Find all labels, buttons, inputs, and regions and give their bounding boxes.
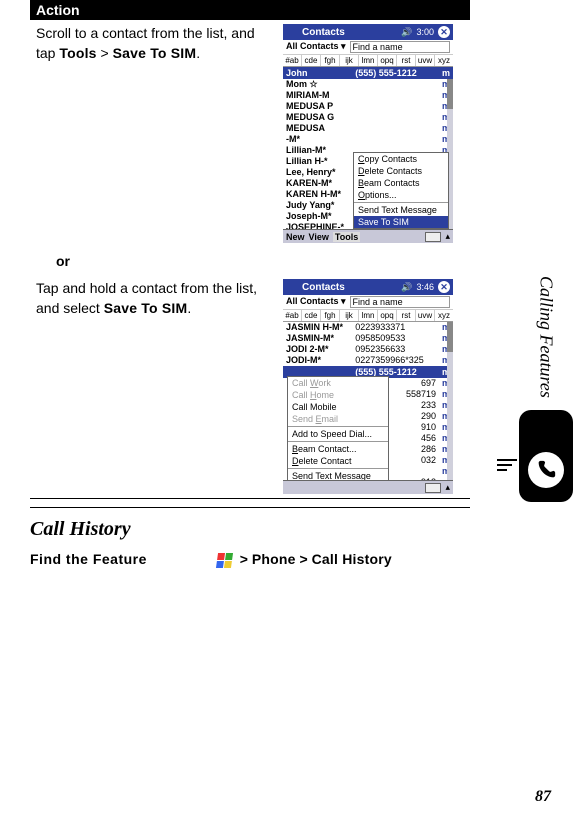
table-row[interactable]: JASMIN H-M*0223933371m <box>283 322 453 333</box>
menu-add-speed-dial[interactable]: Add to Speed Dial... <box>288 428 388 440</box>
instr1-save: Save To SIM <box>113 45 197 61</box>
right-rail: Calling Features <box>519 270 573 502</box>
ss2-context-menu[interactable]: Call Work Call Home Call Mobile Send Ema… <box>287 376 389 480</box>
ss1-filterbar: All Contacts ▾ Find a name <box>283 40 453 55</box>
ss1-title: Contacts <box>302 27 381 38</box>
ss2-alpha-index[interactable]: #abcdefghijklmnopqrstuvwxyz <box>283 310 453 322</box>
ss1-new-button[interactable]: New <box>286 232 305 242</box>
page-number: 87 <box>535 788 551 806</box>
table-row[interactable]: JASMIN-M*0958509533m <box>283 333 453 344</box>
call-history-heading: Call History <box>30 518 551 541</box>
divider <box>30 498 470 499</box>
section-label-vertical: Calling Features <box>536 270 557 404</box>
ss2-bottombar: ▴ <box>283 480 453 494</box>
ss2-title: Contacts <box>302 282 381 293</box>
find-feature-path: > Phone > Call History <box>217 551 392 568</box>
instruction-1: Scroll to a contact from the list, and t… <box>36 24 271 243</box>
instruction-2: Tap and hold a contact from the list, an… <box>36 279 271 494</box>
phone-badge-icon <box>519 410 573 502</box>
close-icon[interactable]: ✕ <box>438 281 450 293</box>
ss2-contact-list[interactable]: JASMIN H-M*0223933371mJASMIN-M*095850953… <box>283 322 453 480</box>
instr1-end: . <box>196 45 200 61</box>
screenshot-tools-menu: Contacts 🔊 3:00 ✕ All Contacts ▾ Find a … <box>283 24 453 243</box>
find-feature-row: Find the Feature > Phone > Call History <box>30 551 551 568</box>
ss1-tools-button[interactable]: Tools <box>333 232 360 242</box>
ss1-topbar: Contacts 🔊 3:00 ✕ <box>283 24 453 40</box>
ss2-filterbar: All Contacts ▾ Find a name <box>283 295 453 310</box>
find-feature-label: Find the Feature <box>30 551 147 567</box>
signal-icon <box>385 282 397 292</box>
menu-send-text-message[interactable]: Send Text Message <box>288 470 388 480</box>
speaker-icon: 🔊 <box>401 282 412 293</box>
up-arrow-icon[interactable]: ▴ <box>445 482 450 493</box>
menu-call-work: Call Work <box>288 377 388 389</box>
ss1-tools-menu[interactable]: Copy Contacts Delete Contacts Beam Conta… <box>353 152 449 229</box>
ss1-filter-dropdown[interactable]: All Contacts ▾ <box>286 41 346 53</box>
instr2-end: . <box>187 300 191 316</box>
phone-handset-icon <box>535 459 557 481</box>
menu-options[interactable]: Options... <box>354 189 448 201</box>
menu-save-to-sim[interactable]: Save To SIM <box>354 216 448 228</box>
instr1-tools: Tools <box>59 45 96 61</box>
action-header: Action <box>30 0 470 20</box>
table-row[interactable]: JODI 2-M*0952356633m <box>283 344 453 355</box>
menu-call-home: Call Home <box>288 389 388 401</box>
ss2-time: 3:46 <box>416 282 434 292</box>
ss1-find-input[interactable]: Find a name <box>350 41 450 53</box>
or-label: or <box>30 247 551 275</box>
ss2-find-input[interactable]: Find a name <box>350 296 450 308</box>
screenshot-context-menu: Contacts 🔊 3:46 ✕ All Contacts ▾ Find a … <box>283 279 453 494</box>
ss1-alpha-index[interactable]: #abcdefghijklmnopqrstuvwxyz <box>283 55 453 67</box>
ss1-selected-row[interactable]: John (555) 555-1212 m <box>283 67 453 79</box>
menu-delete-contact[interactable]: Delete Contact <box>288 455 388 467</box>
windows-icon <box>286 26 298 38</box>
table-row[interactable]: JODI-M*0227359966*325m <box>283 355 453 366</box>
close-icon[interactable]: ✕ <box>438 26 450 38</box>
menu-delete-contacts[interactable]: Delete Contacts <box>354 165 448 177</box>
keyboard-icon[interactable] <box>425 232 441 242</box>
table-row[interactable]: MEDUSAm <box>283 123 453 134</box>
speaker-icon: 🔊 <box>401 27 412 38</box>
ss2-scrollbar[interactable] <box>447 322 453 480</box>
menu-send-email: Send Email <box>288 413 388 425</box>
menu-beam-contact[interactable]: Beam Contact... <box>288 443 388 455</box>
signal-icon <box>385 27 397 37</box>
instr2-save: Save To SIM <box>104 300 188 316</box>
table-row[interactable]: -M*m <box>283 134 453 145</box>
up-arrow-icon[interactable]: ▴ <box>445 231 450 242</box>
table-row[interactable]: MEDUSA Gm <box>283 112 453 123</box>
table-row[interactable]: MIRIAM-Mm <box>283 90 453 101</box>
ss2-topbar: Contacts 🔊 3:46 ✕ <box>283 279 453 295</box>
ss1-bottombar: New View Tools ▴ <box>283 229 453 243</box>
instr1-gt: > <box>97 45 113 61</box>
ss1-view-button[interactable]: View <box>309 232 329 242</box>
table-row[interactable]: Mom ☆m <box>283 79 453 90</box>
divider-thick <box>30 507 470 508</box>
ss1-contact-list[interactable]: Mom ☆mMIRIAM-MmMEDUSA PmMEDUSA GmMEDUSAm… <box>283 79 453 229</box>
menu-send-text[interactable]: Send Text Message <box>354 204 448 216</box>
menu-call-mobile[interactable]: Call Mobile <box>288 401 388 413</box>
keyboard-icon[interactable] <box>425 483 441 493</box>
windows-icon <box>286 281 298 293</box>
windows-flag-icon <box>216 553 233 568</box>
table-row[interactable]: MEDUSA Pm <box>283 101 453 112</box>
ss1-time: 3:00 <box>416 27 434 37</box>
menu-copy-contacts[interactable]: Copy Contacts <box>354 153 448 165</box>
menu-beam-contacts[interactable]: Beam Contacts <box>354 177 448 189</box>
ss2-filter-dropdown[interactable]: All Contacts ▾ <box>286 296 346 308</box>
